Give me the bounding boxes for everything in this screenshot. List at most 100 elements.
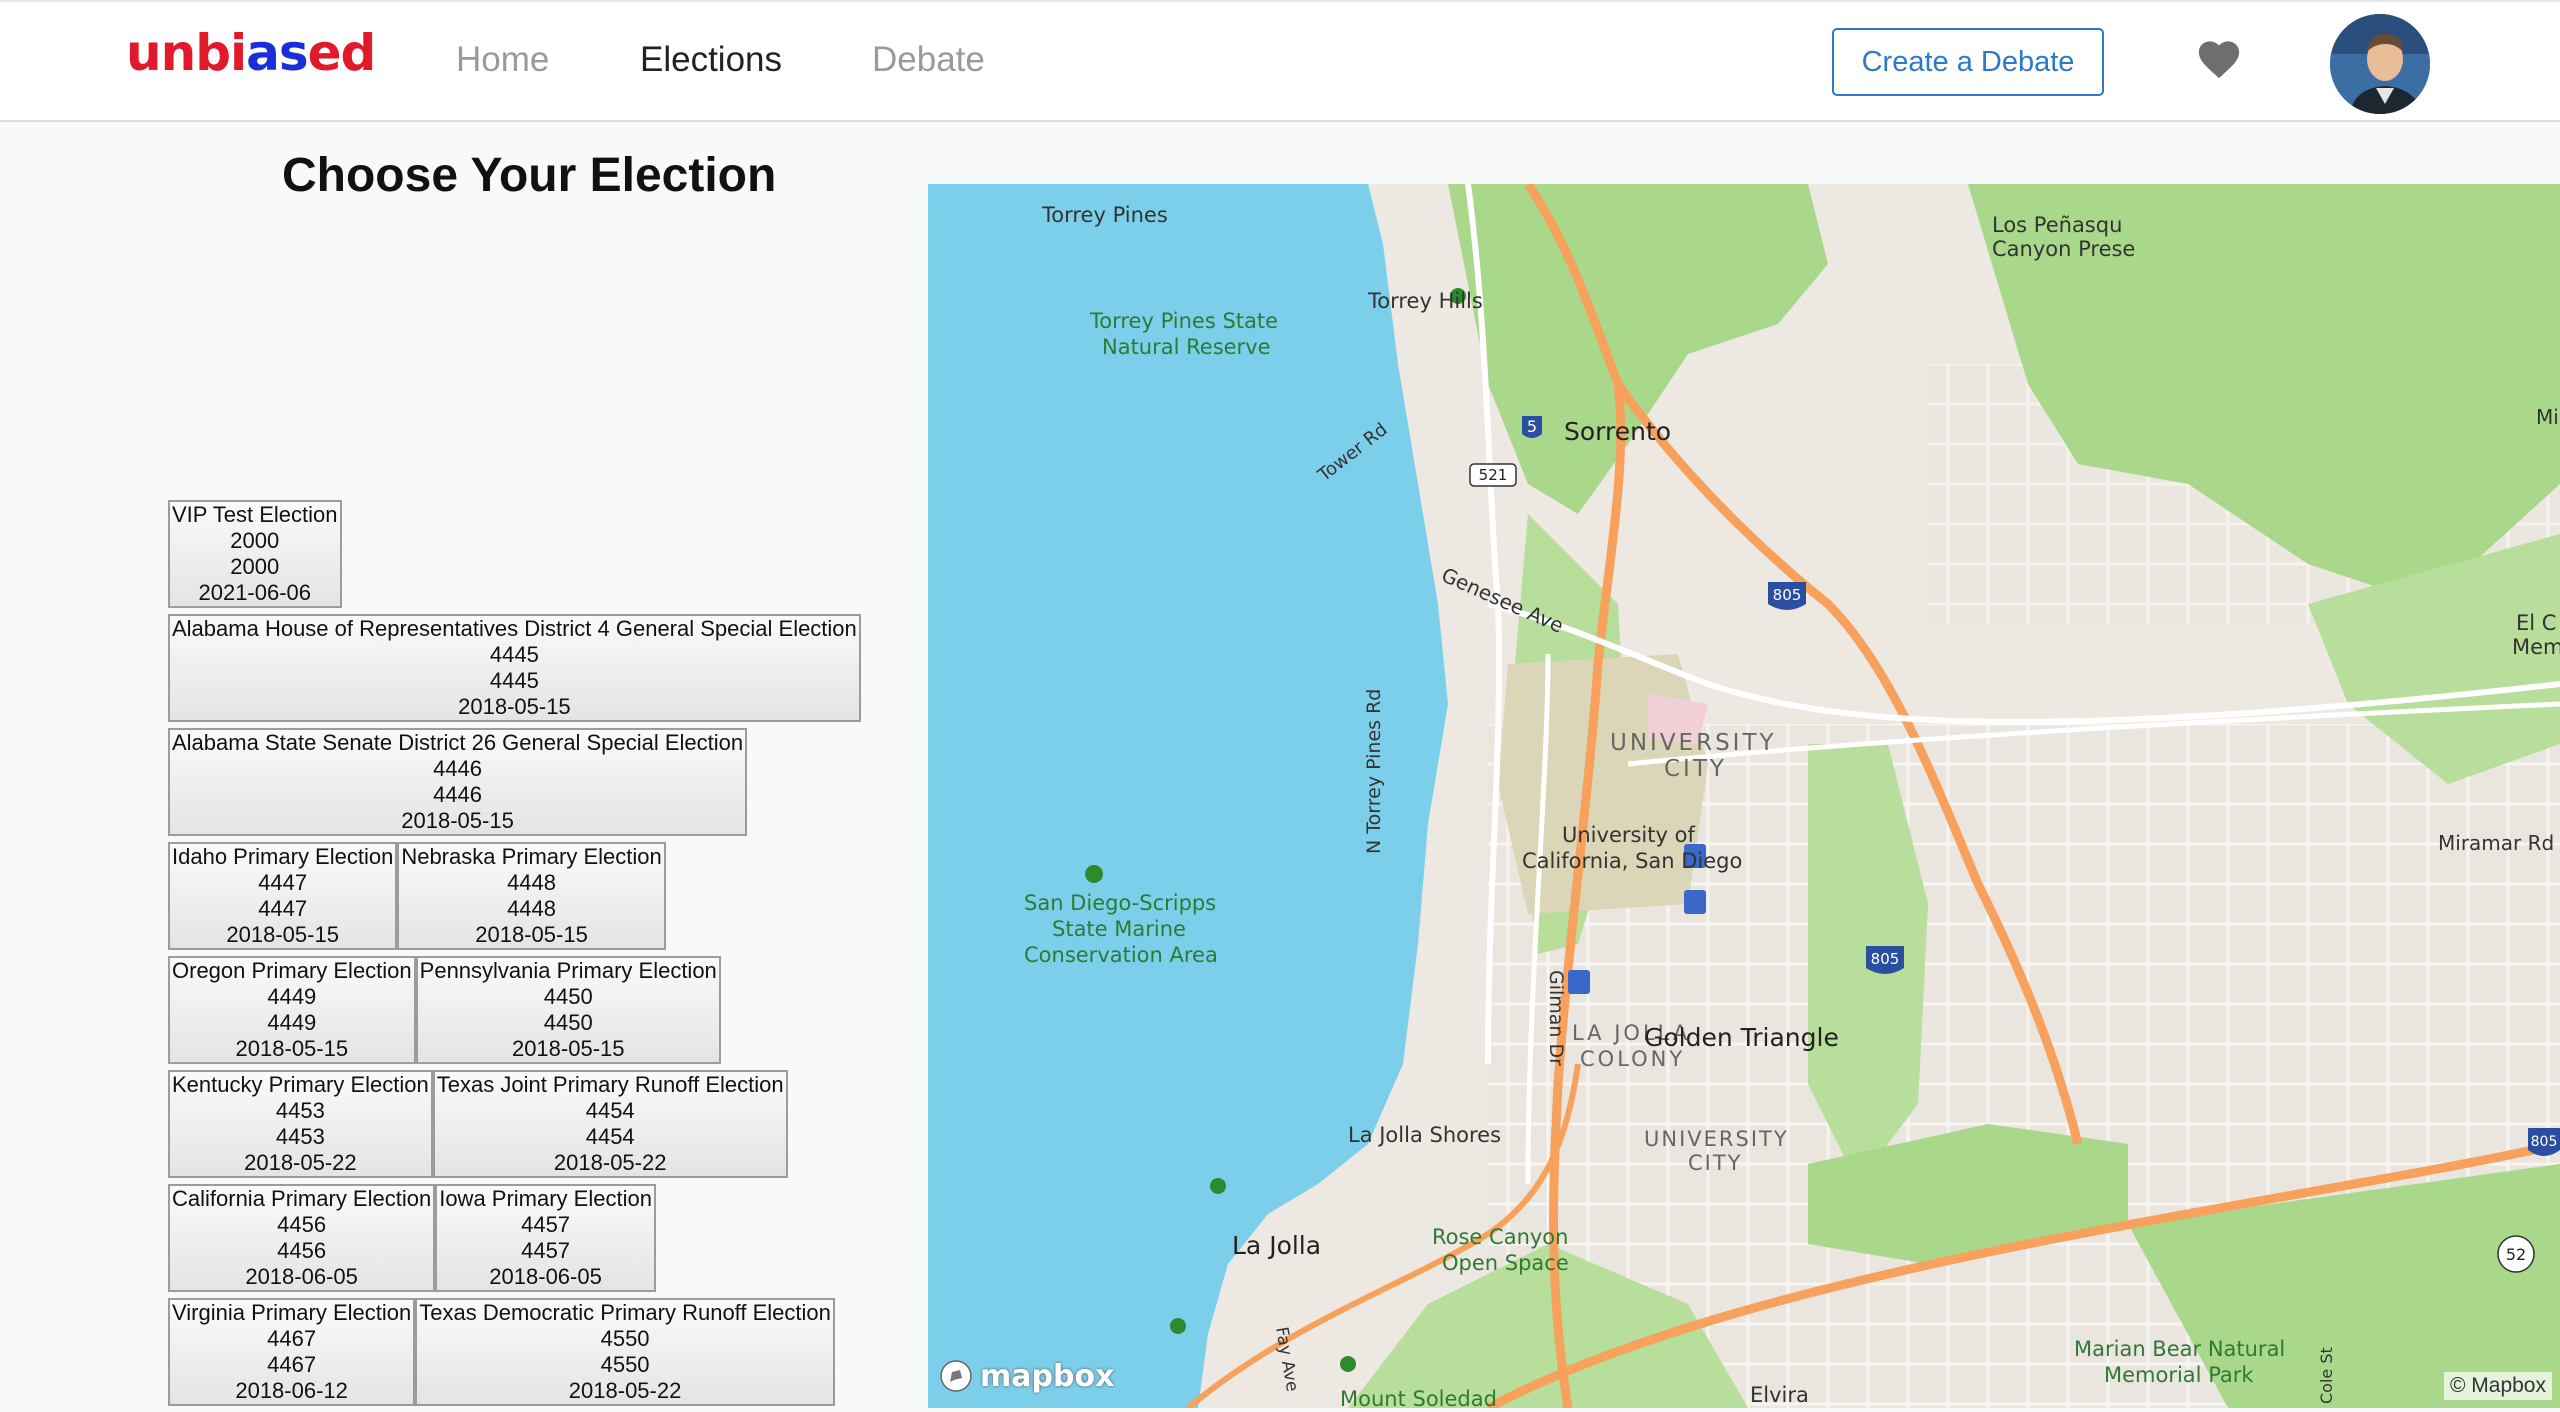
shield-805c-label: 805 — [2531, 1134, 2558, 1150]
transit-icon — [1684, 890, 1706, 914]
map-attribution[interactable]: © Mapbox — [2443, 1372, 2552, 1400]
election-date: 2018-05-15 — [475, 922, 588, 947]
page-title: Choose Your Election — [282, 149, 777, 202]
election-date: 2018-05-15 — [235, 1036, 349, 1061]
election-card[interactable]: Idaho Primary Election 4447 4447 2018-05-15 — [168, 842, 398, 950]
brand-logo[interactable]: unbiased — [126, 24, 376, 82]
election-card[interactable]: Virginia Primary Election 4467 4467 2018-06… — [168, 1298, 416, 1406]
label-el-c-1: El C — [2516, 611, 2556, 635]
shield-52-label: 52 — [2506, 1245, 2526, 1264]
label-torrey-pines-reserve-2: Natural Reserve — [1102, 335, 1271, 359]
label-la-jolla-shores: La Jolla Shores — [1348, 1123, 1501, 1147]
label-ucsd-2: California, San Diego — [1522, 849, 1742, 873]
brand-logo-part2: as — [246, 24, 309, 82]
label-el-c-2: Memo — [2512, 635, 2560, 659]
election-id1: 4445 — [489, 642, 539, 667]
label-marian-bear-2: Memorial Park — [2104, 1363, 2254, 1387]
election-card[interactable]: Oregon Primary Election 4449 4449 2018-05-1… — [168, 956, 416, 1064]
election-card[interactable]: Kentucky Primary Election 4453 4453 2018-05… — [168, 1070, 433, 1178]
election-row: California Primary Election 4456 4456 2018-… — [168, 1184, 861, 1292]
label-mount-soledad: Mount Soledad — [1340, 1387, 1497, 1408]
election-id1: 2000 — [230, 528, 280, 553]
election-name: Alabama State Senate District 26 General… — [172, 730, 744, 755]
election-id2: 2000 — [230, 554, 280, 579]
election-id2: 4456 — [277, 1238, 327, 1263]
election-row: Oregon Primary Election 4449 4449 2018-05-1… — [168, 956, 861, 1064]
create-debate-button[interactable]: Create a Debate — [1832, 28, 2104, 96]
election-id2: 4449 — [267, 1010, 317, 1035]
election-card[interactable]: Iowa Primary Election 4457 4457 2018-06-05 — [435, 1184, 656, 1292]
election-id2: 4445 — [489, 668, 539, 693]
label-los-penasquitos-2: Canyon Prese — [1992, 237, 2135, 261]
label-university-city-2: CITY — [1664, 756, 1727, 782]
election-name: California Primary Election — [172, 1186, 432, 1211]
election-card[interactable]: Pennsylvania Primary Election 4450 4450 201… — [415, 956, 721, 1064]
mapbox-logo-icon — [940, 1360, 972, 1392]
election-date: 2018-06-05 — [489, 1264, 602, 1289]
election-map[interactable]: 5 521 805 805 805 52 Torrey Pines Torrey… — [928, 184, 2560, 1408]
election-id2: 4454 — [585, 1124, 635, 1149]
park-tree-icon — [1085, 865, 1103, 883]
mapbox-logo[interactable]: mapbox — [938, 1358, 1114, 1394]
label-university-city-s1: UNIVERSITY — [1644, 1127, 1789, 1151]
election-date: 2018-05-22 — [553, 1150, 667, 1175]
election-row: Alabama House of Representatives Distric… — [168, 614, 861, 722]
label-scripps-3: Conservation Area — [1024, 943, 1218, 967]
transit-icon — [1568, 970, 1590, 994]
nav-debate-link[interactable]: Debate — [872, 40, 985, 80]
election-date: 2018-05-22 — [244, 1150, 357, 1175]
shield-521-label: 521 — [1479, 466, 1508, 484]
election-date: 2018-05-15 — [401, 808, 514, 833]
election-id2: 4467 — [267, 1352, 317, 1377]
ucsd-campus — [1498, 654, 1708, 914]
park-tree-icon — [1210, 1178, 1226, 1194]
label-sorrento: Sorrento — [1564, 417, 1671, 446]
election-card[interactable]: Nebraska Primary Election 4448 4448 2018-05… — [397, 842, 666, 950]
election-id1: 4450 — [543, 984, 593, 1009]
election-id1: 4456 — [277, 1212, 327, 1237]
user-avatar[interactable] — [2330, 14, 2430, 114]
election-date: 2021-06-06 — [198, 580, 312, 605]
election-card[interactable]: California Primary Election 4456 4456 2018-… — [168, 1184, 436, 1292]
election-id1: 4457 — [521, 1212, 571, 1237]
election-card[interactable]: Alabama House of Representatives Distric… — [168, 614, 861, 722]
nav-home-link[interactable]: Home — [456, 40, 549, 80]
shield-805c: 805 — [2528, 1128, 2560, 1156]
map-canvas: 5 521 805 805 805 52 Torrey Pines Torrey… — [928, 184, 2560, 1408]
label-torrey-pines-reserve-1: Torrey Pines State — [1089, 309, 1278, 333]
label-gilman-dr: Gilman Dr — [1545, 970, 1567, 1066]
election-card[interactable]: VIP Test Election 2000 2000 2021-06-06 — [168, 500, 342, 608]
election-row: Kentucky Primary Election 4453 4453 2018-05… — [168, 1070, 861, 1178]
heart-icon[interactable] — [2196, 36, 2242, 80]
label-university-city-s2: CITY — [1688, 1151, 1743, 1175]
label-n-torrey-pines-rd: N Torrey Pines Rd — [1363, 689, 1385, 854]
election-id1: 4467 — [267, 1326, 317, 1351]
label-miramar-rd: Miramar Rd — [2438, 831, 2554, 855]
election-date: 2018-05-15 — [226, 922, 339, 947]
election-card[interactable]: Alabama State Senate District 26 General… — [168, 728, 748, 836]
election-id1: 4550 — [600, 1326, 650, 1351]
nav-elections-link[interactable]: Elections — [640, 40, 782, 80]
shield-i5: 5 — [1522, 416, 1542, 438]
shield-i5-label: 5 — [1527, 417, 1537, 436]
election-id2: 4450 — [543, 1010, 593, 1035]
election-card[interactable]: Texas Joint Primary Runoff Election 4454 4… — [432, 1070, 788, 1178]
park-tree-icon — [1340, 1356, 1356, 1372]
shield-805b-label: 805 — [1871, 950, 1900, 968]
shield-521: 521 — [1469, 463, 1517, 487]
election-name: Virginia Primary Election — [172, 1300, 412, 1325]
election-id1: 4447 — [258, 870, 308, 895]
election-name: Texas Democratic Primary Runoff Election — [419, 1300, 831, 1325]
election-date: 2018-06-05 — [245, 1264, 358, 1289]
election-card[interactable]: Texas Democratic Primary Runoff Election… — [415, 1298, 835, 1406]
election-id1: 4454 — [585, 1098, 635, 1123]
shield-805a-label: 805 — [1773, 586, 1802, 604]
shield-805b: 805 — [1866, 946, 1904, 974]
avatar-image — [2330, 14, 2430, 114]
label-scripps-1: San Diego-Scripps — [1024, 891, 1216, 915]
label-ucsd-1: University of — [1562, 823, 1695, 847]
label-elvira: Elvira — [1750, 1383, 1809, 1407]
label-scripps-2: State Marine — [1052, 917, 1186, 941]
shield-805a: 805 — [1768, 582, 1806, 610]
label-los-penasquitos-1: Los Peñasqu — [1992, 213, 2122, 237]
